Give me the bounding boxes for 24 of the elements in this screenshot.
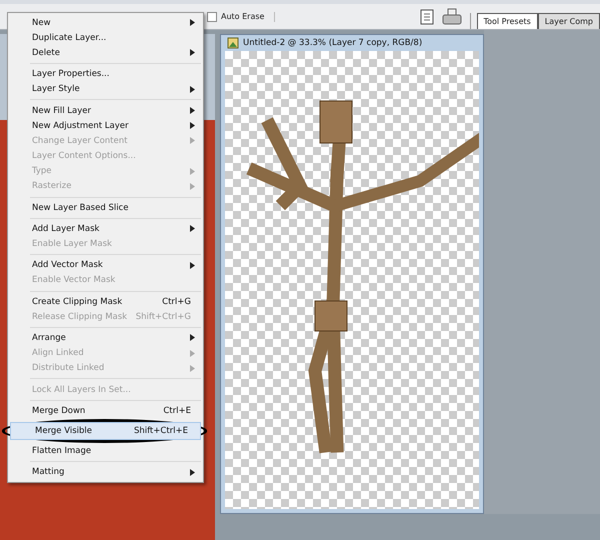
menu-item[interactable]: Duplicate Layer... bbox=[8, 30, 203, 46]
auto-erase-checkbox[interactable] bbox=[207, 12, 217, 22]
menu-item[interactable]: Create Clipping Mask Ctrl+G bbox=[8, 294, 203, 310]
menu-item[interactable]: Flatten Image bbox=[8, 444, 203, 459]
menu-item[interactable]: New Layer Based Slice bbox=[8, 200, 203, 216]
document-icon bbox=[227, 37, 239, 49]
printer-icon[interactable] bbox=[442, 8, 462, 26]
menu-item[interactable]: Layer Properties... bbox=[8, 66, 203, 82]
menu-item[interactable]: Merge Visible Shift+Ctrl+E bbox=[11, 423, 200, 438]
auto-erase-label: Auto Erase bbox=[221, 12, 264, 21]
menu-item[interactable]: Matting bbox=[8, 464, 203, 480]
panel-tab[interactable]: Tool Presets bbox=[476, 13, 538, 29]
menu-item[interactable]: Delete bbox=[8, 45, 203, 61]
menu-item[interactable]: Add Vector Mask bbox=[8, 258, 203, 273]
menu-item[interactable]: New Fill Layer bbox=[8, 102, 203, 118]
menu-item[interactable]: Merge Down Ctrl+E bbox=[8, 403, 203, 418]
menu-item[interactable]: Layer Style bbox=[8, 82, 203, 97]
panel-tab[interactable]: Layer Comp bbox=[538, 13, 600, 29]
document-icon[interactable] bbox=[420, 8, 434, 24]
menu-item[interactable]: Add Layer Mask bbox=[8, 221, 203, 236]
menu-item[interactable]: New bbox=[8, 15, 203, 30]
menu-item[interactable]: Arrange bbox=[8, 330, 203, 346]
menu-item[interactable]: New Adjustment Layer bbox=[8, 118, 203, 134]
window-title: Untitled-2 @ 33.3% (Layer 7 copy, RGB/8) bbox=[243, 38, 422, 48]
